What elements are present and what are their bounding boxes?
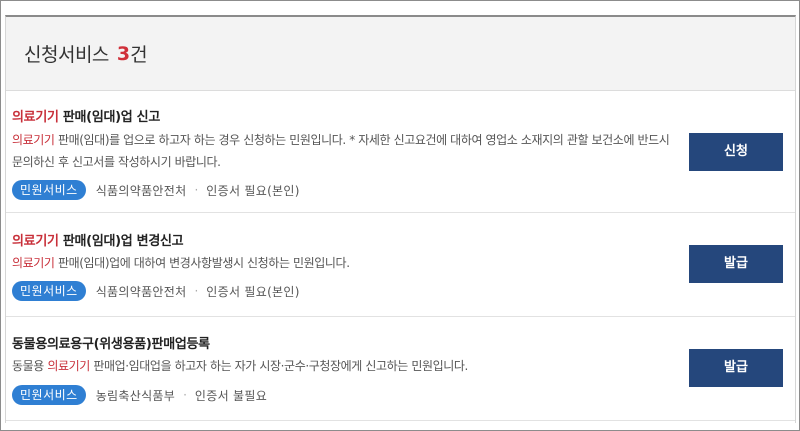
service-panel: 신청서비스 3 건 의료기기 판매(임대)업 신고 의료기기 판매(임대)를 업…	[5, 15, 796, 423]
organization-name: 식품의약품안전처	[95, 183, 187, 198]
issue-button[interactable]: 발급	[689, 245, 783, 283]
item-description: 의료기기 판매(임대)를 업으로 하고자 하는 경우 신청하는 민원입니다. *…	[12, 133, 670, 169]
certificate-requirement: 인증서 필요(본인)	[206, 183, 300, 198]
list-item: 의료기기 판매(임대)업 변경신고 의료기기 판매(임대)업에 대하여 변경사항…	[6, 213, 795, 317]
item-title[interactable]: 동물용의료용구(위생용품)판매업등록	[12, 333, 210, 352]
item-meta: 민원서비스 식품의약품안전처 · 인증서 필요(본인)	[12, 281, 300, 301]
item-title[interactable]: 의료기기 판매(임대)업 신고	[12, 106, 160, 125]
issue-button[interactable]: 발급	[689, 349, 783, 387]
service-type-badge: 민원서비스	[12, 385, 86, 405]
header-title: 신청서비스	[24, 44, 109, 66]
organization-name: 농림축산식품부	[95, 388, 176, 403]
apply-button[interactable]: 신청	[689, 133, 783, 171]
service-type-badge: 민원서비스	[12, 180, 86, 200]
window-frame: 신청서비스 3 건 의료기기 판매(임대)업 신고 의료기기 판매(임대)를 업…	[0, 0, 800, 431]
item-meta: 민원서비스 식품의약품안전처 · 인증서 필요(본인)	[12, 180, 300, 200]
separator-dot: ·	[194, 284, 199, 298]
certificate-requirement: 인증서 필요(본인)	[206, 284, 300, 299]
result-count: 3	[116, 42, 131, 65]
service-type-badge: 민원서비스	[12, 281, 86, 301]
list-item: 동물용의료용구(위생용품)판매업등록 동물용 의료기기 판매업·임대업을 하고자…	[6, 317, 795, 421]
list-item: 의료기기 판매(임대)업 신고 의료기기 판매(임대)를 업으로 하고자 하는 …	[6, 92, 795, 213]
separator-dot: ·	[194, 183, 199, 197]
certificate-requirement: 인증서 불필요	[194, 388, 268, 403]
result-unit: 건	[130, 44, 148, 66]
item-title[interactable]: 의료기기 판매(임대)업 변경신고	[12, 230, 184, 249]
organization-name: 식품의약품안전처	[95, 284, 187, 299]
separator-dot: ·	[183, 388, 187, 402]
item-description: 동물용 의료기기 판매업·임대업을 하고자 하는 자가 시장·군수·구청장에게 …	[12, 359, 468, 373]
item-meta: 민원서비스 농림축산식품부 · 인증서 불필요	[12, 385, 267, 405]
item-description: 의료기기 판매(임대)업에 대하여 변경사항발생시 신청하는 민원입니다.	[12, 256, 350, 270]
panel-header: 신청서비스 3 건	[6, 17, 795, 91]
